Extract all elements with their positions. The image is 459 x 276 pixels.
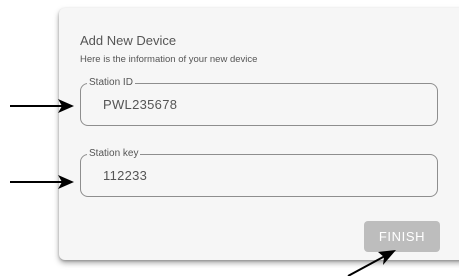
station-key-label: Station key [87, 148, 141, 160]
station-id-value[interactable]: PWL235678 [103, 97, 177, 112]
station-key-value[interactable]: 112233 [103, 168, 147, 183]
add-device-dialog: Add New Device Here is the information o… [59, 8, 459, 260]
finish-button[interactable]: FINISH [364, 221, 440, 252]
station-key-field[interactable]: Station key 112233 [80, 148, 438, 197]
dialog-title: Add New Device [80, 33, 177, 48]
station-id-field[interactable]: Station ID PWL235678 [80, 77, 438, 126]
screenshot-stage: Add New Device Here is the information o… [0, 0, 459, 276]
station-id-label: Station ID [87, 77, 135, 89]
dialog-subtitle: Here is the information of your new devi… [80, 54, 258, 65]
